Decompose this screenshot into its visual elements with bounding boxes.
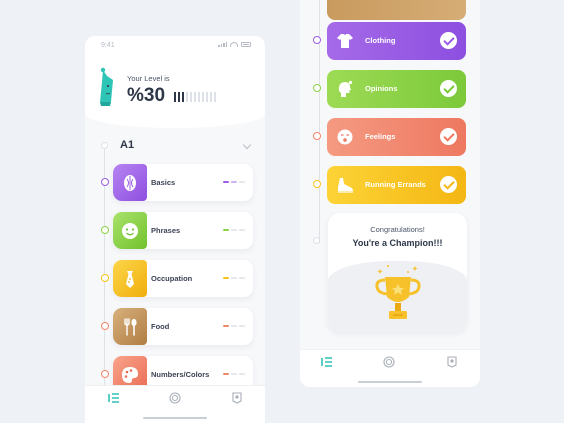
timeline-dot-clothing xyxy=(313,36,321,44)
lesson-label: Occupation xyxy=(151,274,193,283)
lesson-tile xyxy=(113,164,147,201)
emotion-icon xyxy=(337,129,353,145)
fork-spoon-icon xyxy=(124,318,137,336)
timeline-dot-running-errands xyxy=(313,180,321,188)
lesson-card-clothing[interactable]: Clothing xyxy=(327,22,466,60)
lesson-label: Basics xyxy=(151,178,176,187)
timeline-dot-food xyxy=(100,322,109,330)
lesson-card-basics[interactable]: Basics xyxy=(113,164,253,201)
signal-icon xyxy=(218,42,227,47)
palette-icon xyxy=(122,367,138,383)
champion-card: Congratulations! You're a Champion!!! xyxy=(328,213,467,332)
check-icon xyxy=(440,32,457,49)
right-phone-screen: Clothing Opinions Feelings Running Erran… xyxy=(300,0,480,387)
champion-title: You're a Champion!!! xyxy=(352,238,443,248)
battery-icon xyxy=(241,42,251,47)
lesson-label: Opinions xyxy=(365,84,398,93)
lesson-progress xyxy=(223,181,245,183)
check-icon xyxy=(440,80,457,97)
timeline-dot-basics xyxy=(100,178,109,186)
lesson-card-opinions[interactable]: Opinions xyxy=(327,70,466,108)
level-name: A1 xyxy=(120,139,135,151)
lesson-card-running-errands[interactable]: Running Errands xyxy=(327,166,466,204)
lesson-label: Feelings xyxy=(365,132,396,141)
status-time: 9:41 xyxy=(101,42,115,49)
left-phone-screen: 9:41 Your Level is %30 A1 Basics Phrases… xyxy=(85,36,265,423)
timeline-dot-occupation xyxy=(100,274,109,282)
lesson-card-phrases[interactable]: Phrases xyxy=(113,212,253,249)
congrats-text: Congratulations! xyxy=(370,225,425,234)
lesson-label: Running Errands xyxy=(365,180,426,189)
timeline-dot-phrases xyxy=(100,226,109,234)
face-icon xyxy=(122,223,138,239)
running-shoe-icon xyxy=(338,178,353,193)
list-icon[interactable] xyxy=(108,392,120,404)
lesson-card-occupation[interactable]: Occupation xyxy=(113,260,253,297)
wifi-icon xyxy=(230,42,238,47)
check-icon xyxy=(440,128,457,145)
level-progress-ticks xyxy=(174,92,216,102)
lesson-label: Numbers/Colors xyxy=(151,370,210,379)
lesson-progress xyxy=(223,325,245,327)
level-timeline-dot xyxy=(101,142,108,149)
mascot-icon xyxy=(100,67,113,106)
lesson-card-feelings[interactable]: Feelings xyxy=(327,118,466,156)
level-percentage: %30 xyxy=(127,85,166,106)
level-label: Your Level is xyxy=(127,74,170,83)
bottom-nav xyxy=(85,385,265,423)
timeline-dot-opinions xyxy=(313,84,321,92)
lesson-tile xyxy=(113,308,147,345)
lesson-tile xyxy=(113,212,147,249)
lesson-card-food[interactable]: Food xyxy=(113,308,253,345)
target-icon[interactable] xyxy=(169,392,181,404)
status-bar: 9:41 xyxy=(85,36,265,56)
lesson-tile xyxy=(113,260,147,297)
home-indicator xyxy=(358,381,422,383)
profile-badge-icon[interactable] xyxy=(231,392,243,404)
home-indicator xyxy=(143,417,207,419)
shirt-icon xyxy=(337,34,353,48)
check-icon xyxy=(440,176,457,193)
lesson-progress xyxy=(223,229,245,231)
thinking-head-icon xyxy=(338,80,353,97)
lesson-label: Food xyxy=(151,322,170,331)
trophy-icon xyxy=(375,265,421,319)
timeline-end-dot xyxy=(313,237,320,244)
profile-badge-icon[interactable] xyxy=(446,356,458,368)
lesson-label: Phrases xyxy=(151,226,181,235)
timeline-dot-numbers-colors xyxy=(100,370,109,378)
seed-icon xyxy=(124,175,136,191)
lesson-card-previous[interactable] xyxy=(327,0,466,20)
list-icon[interactable] xyxy=(321,356,333,368)
level-header: 9:41 Your Level is %30 xyxy=(85,36,265,128)
tie-icon xyxy=(126,271,134,288)
bottom-nav xyxy=(300,349,480,387)
lesson-progress xyxy=(223,373,245,375)
target-icon[interactable] xyxy=(383,356,395,368)
lesson-progress xyxy=(223,277,245,279)
timeline-dot-feelings xyxy=(313,132,321,140)
chevron-down-icon[interactable] xyxy=(242,140,252,150)
lesson-label: Clothing xyxy=(365,36,396,45)
